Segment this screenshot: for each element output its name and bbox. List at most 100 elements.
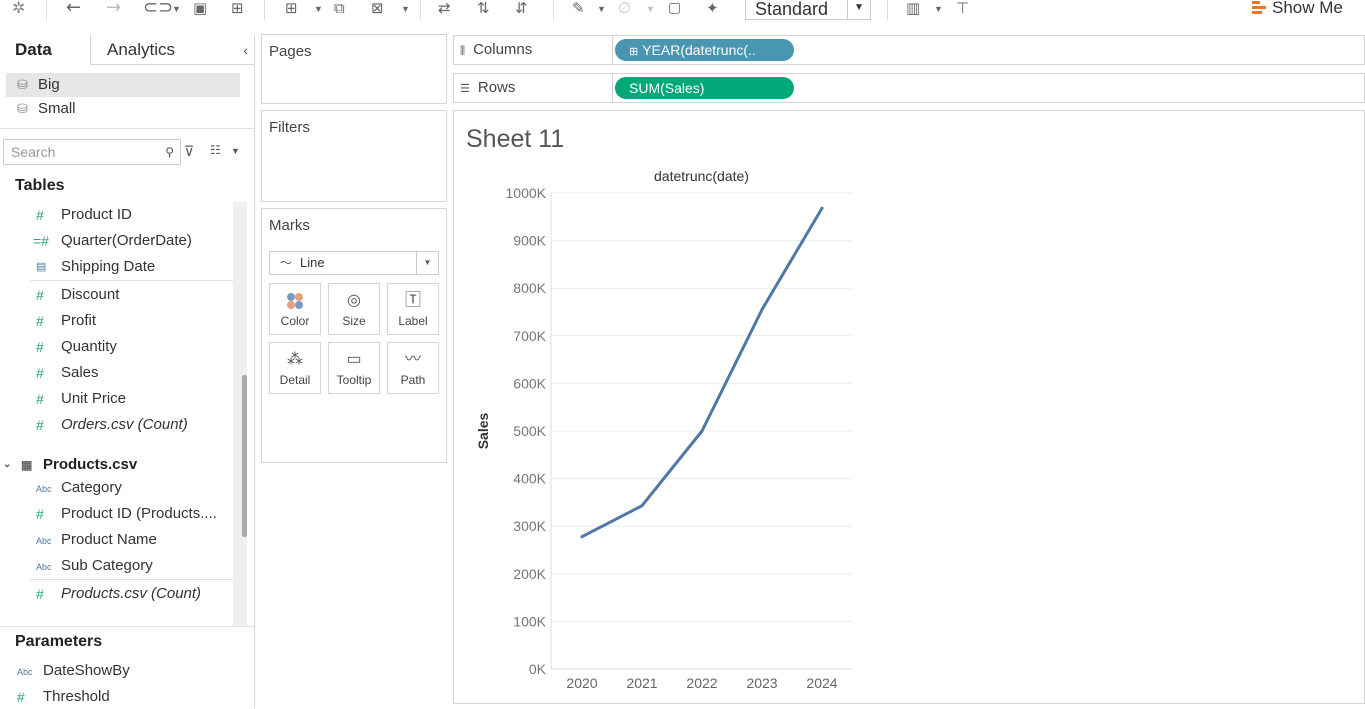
parameter-dateshowby[interactable]: Abc DateShowBy (0, 659, 233, 683)
size-icon: ◎ (347, 292, 361, 309)
x-tick-label: 2021 (626, 675, 657, 691)
search-input[interactable]: Search ⚲ (3, 139, 181, 165)
chevron-down-icon[interactable]: ▼ (934, 0, 943, 18)
datasource-item-big[interactable]: ⛁ Big (6, 73, 240, 97)
expand-icon: ⊞ (629, 46, 639, 58)
field-orders-count[interactable]: # Orders.csv (Count) (30, 413, 233, 437)
fit-select[interactable]: Standard ▼ (745, 0, 871, 20)
field-product-id-products[interactable]: # Product ID (Products.... (30, 502, 233, 526)
chevron-down-icon[interactable]: ▼ (314, 0, 323, 18)
color-button[interactable]: Color (269, 283, 321, 335)
redo-icon[interactable]: → (106, 0, 121, 20)
chevron-down-icon[interactable]: ▼ (646, 0, 655, 18)
y-tick-label: 400K (513, 471, 546, 487)
new-worksheet-icon[interactable]: ⊞ (285, 0, 298, 20)
rows-pill[interactable]: SUM(Sales) (615, 77, 794, 99)
mark-type-select[interactable]: 〜 Line ▼ (269, 251, 439, 275)
field-label: Quarter(OrderDate) (61, 232, 192, 249)
presentation-icon[interactable]: ⊤ (956, 0, 969, 20)
field-product-id[interactable]: # Product ID (30, 203, 233, 227)
rows-shelf[interactable]: ☰ Rows SUM(Sales) (453, 73, 1365, 103)
field-label: Profit (61, 312, 97, 329)
viz-area[interactable]: Sheet 11 datetrunc(date) 0K 100K 200K 300K 40… (453, 110, 1365, 704)
y-tick-label: 500K (513, 423, 546, 439)
series-line (580, 206, 824, 539)
field-label: Product Name (61, 531, 157, 548)
clear-sheet-icon[interactable]: ⊠ (371, 0, 384, 20)
size-button[interactable]: ◎ Size (328, 283, 380, 335)
columns-pill[interactable]: ⊞ YEAR(datetrunc(.. (615, 39, 794, 61)
duplicate-sheet-icon[interactable]: ⧉ (334, 0, 345, 20)
pages-card[interactable]: Pages (261, 34, 447, 104)
detail-button[interactable]: ⁂ Detail (269, 342, 321, 394)
tab-data[interactable]: Data (0, 35, 90, 65)
field-label: Quantity (61, 338, 117, 355)
data-point (700, 429, 704, 433)
table-products-csv[interactable]: ⌄ ▦ Products.csv (0, 453, 233, 477)
label-icon[interactable]: ▢ (668, 0, 681, 20)
y-tick-label: 100K (513, 613, 546, 629)
group-icon[interactable]: ∅ (618, 0, 631, 20)
field-label: Products.csv (Count) (61, 585, 202, 602)
label-button[interactable]: 🅃 Label (387, 283, 439, 335)
line-icon: 〜 (280, 256, 293, 270)
show-cards-icon[interactable]: ▥ (906, 0, 920, 20)
tooltip-button[interactable]: ▭ Tooltip (328, 342, 380, 394)
chevron-down-icon[interactable]: ▼ (597, 0, 606, 18)
chevron-down-icon[interactable]: ⌄ (3, 453, 11, 477)
tab-analytics[interactable]: Analytics ‹ (90, 35, 254, 65)
tableau-logo-icon[interactable]: ✲ (12, 0, 25, 20)
field-profit[interactable]: # Profit (30, 309, 233, 333)
field-discount[interactable]: # Discount (30, 283, 233, 307)
y-tick-label: 300K (513, 518, 546, 534)
measure-icon: # (36, 506, 44, 522)
view-options-icon[interactable]: ☷ (210, 143, 221, 157)
path-button[interactable]: 〰 Path (387, 342, 439, 394)
parameter-label: Threshold (43, 688, 110, 705)
datasource-item-small[interactable]: ⛁ Small (6, 97, 240, 121)
data-source-icon[interactable]: ⊂⊃ (143, 0, 173, 20)
table-label: Products.csv (43, 456, 138, 473)
fit-select-value: Standard (755, 0, 829, 19)
x-tick-label: 2024 (806, 675, 837, 691)
chevron-down-icon[interactable]: ▼ (401, 0, 410, 18)
save-icon[interactable]: ▣ (193, 0, 207, 20)
sort-descending-icon[interactable]: ⇵ (515, 0, 528, 20)
chevron-down-icon[interactable]: ▼ (172, 0, 181, 18)
field-products-count[interactable]: # Products.csv (Count) (30, 582, 233, 606)
swap-icon[interactable]: ⇄ (438, 0, 451, 20)
field-quantity[interactable]: # Quantity (30, 335, 233, 359)
filters-card[interactable]: Filters (261, 110, 447, 202)
y-tick-label: 700K (513, 328, 546, 344)
chevron-down-icon[interactable]: ▼ (231, 146, 240, 156)
divider (612, 36, 613, 64)
divider (612, 74, 613, 102)
columns-shelf[interactable]: ⫼ Columns ⊞ YEAR(datetrunc(.. (453, 35, 1365, 65)
pin-icon[interactable]: ✦ (706, 0, 719, 20)
filter-icon[interactable]: ⊽ (184, 143, 194, 160)
measure-icon: # (36, 365, 44, 381)
rows-label: ☰ Rows (460, 74, 515, 103)
show-me-button[interactable]: Show Me (1252, 0, 1343, 20)
field-product-name[interactable]: Abc Product Name (30, 528, 233, 552)
line-chart[interactable]: datetrunc(date) 0K 100K 200K 300K 400K 500K 600… (454, 111, 1364, 703)
marks-title: Marks (269, 217, 310, 234)
datasource-icon: ⛁ (17, 101, 28, 116)
new-datasource-icon[interactable]: ⊞ (231, 0, 244, 20)
divider (0, 128, 254, 129)
field-unit-price[interactable]: # Unit Price (30, 387, 233, 411)
scrollbar-thumb[interactable] (242, 375, 247, 537)
undo-icon[interactable]: ← (66, 0, 81, 20)
field-sales[interactable]: # Sales (30, 361, 233, 385)
collapse-pane-icon[interactable]: ‹ (243, 35, 248, 65)
field-sub-category[interactable]: Abc Sub Category (30, 554, 233, 578)
y-tick-label: 600K (513, 375, 546, 391)
field-shipping-date[interactable]: ▤ Shipping Date (30, 255, 233, 279)
sort-ascending-icon[interactable]: ⇅ (477, 0, 490, 20)
highlight-icon[interactable]: ✎ (572, 0, 585, 20)
field-category[interactable]: Abc Category (30, 476, 233, 500)
parameter-threshold[interactable]: # Threshold (0, 685, 233, 709)
field-quarter-orderdate[interactable]: =# Quarter(OrderDate) (30, 229, 233, 253)
measure-icon: # (36, 287, 44, 303)
marks-card: Marks 〜 Line ▼ Color ◎ Size 🅃 Label ⁂ De… (261, 208, 447, 463)
